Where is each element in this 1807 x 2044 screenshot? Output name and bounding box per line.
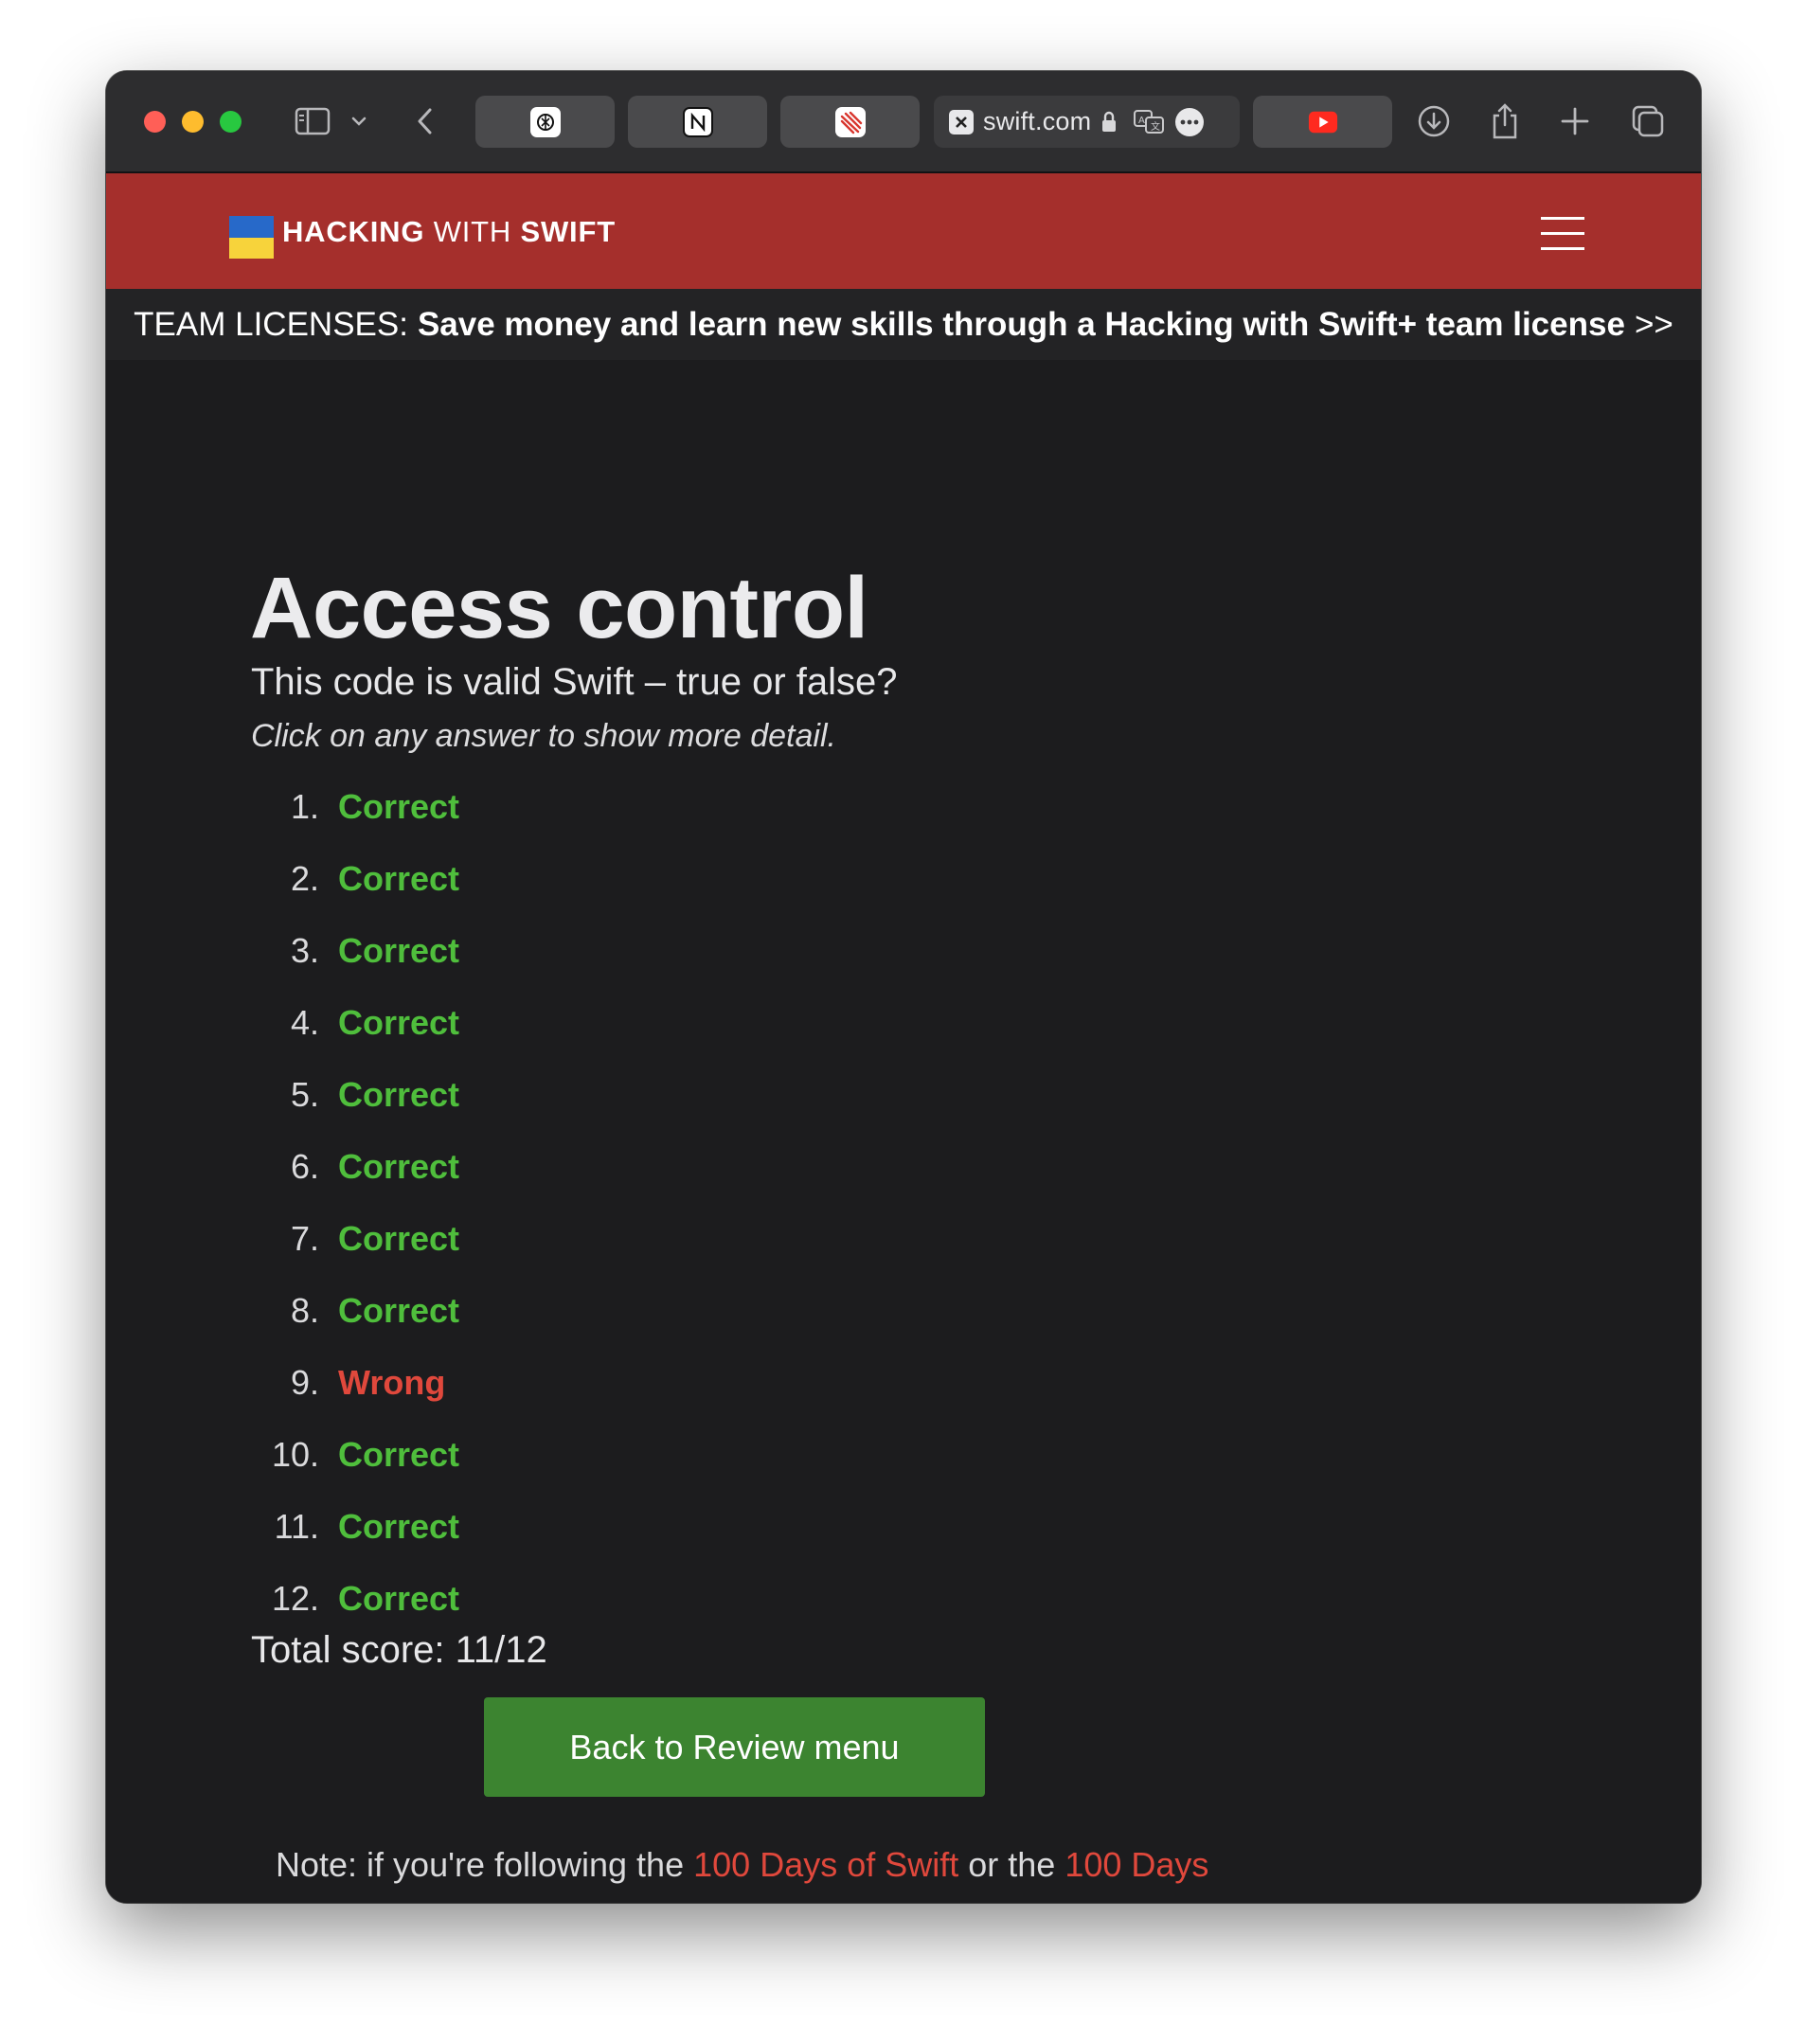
team-license-banner[interactable]: TEAM LICENSES: Save money and learn new … [106, 289, 1701, 360]
answer-number: 5. [290, 1075, 319, 1114]
translate-icon[interactable]: A文 [1133, 109, 1167, 135]
answer-result[interactable]: Correct [338, 1146, 459, 1188]
footer-note: Note: if you're following the 100 Days o… [276, 1845, 1208, 1885]
back-to-review-button[interactable]: Back to Review menu [484, 1697, 985, 1797]
tab-red-app[interactable] [780, 96, 920, 148]
page-subtitle: This code is valid Swift – true or false… [251, 661, 898, 703]
answer-result[interactable]: Correct [338, 1002, 459, 1044]
answer-result[interactable]: Correct [338, 1434, 459, 1476]
tab-notion[interactable] [628, 96, 767, 148]
answer-number: 7. [290, 1219, 319, 1258]
svg-text:A: A [1138, 116, 1145, 126]
answer-number: 8. [290, 1291, 319, 1330]
answer-result[interactable]: Correct [338, 858, 459, 900]
back-icon[interactable] [411, 99, 439, 143]
answer-result[interactable]: Correct [338, 930, 459, 972]
close-window-button[interactable] [144, 111, 166, 133]
answer-result[interactable]: Correct [338, 1218, 459, 1260]
note-mid: or the [968, 1845, 1056, 1884]
answer-number: 10. [271, 1435, 319, 1474]
site-header: HACKING WITH SWIFT [106, 173, 1701, 289]
new-tab-icon[interactable] [1556, 99, 1594, 143]
page-title: Access control [250, 560, 868, 656]
lock-icon [1100, 111, 1118, 134]
answer-result[interactable]: Correct [338, 786, 459, 828]
answer-number: 12. [271, 1579, 319, 1618]
browser-toolbar: swift.com A文 [106, 71, 1701, 173]
zoom-window-button[interactable] [220, 111, 242, 133]
brand-word-2: WITH [433, 215, 512, 248]
x-icon [949, 109, 974, 134]
menu-icon[interactable] [1541, 217, 1584, 251]
tab-overview-icon[interactable] [1628, 99, 1668, 143]
more-options-icon[interactable] [1174, 107, 1205, 137]
answer-number: 2. [290, 859, 319, 898]
banner-arrows: >> [1634, 305, 1673, 343]
link-100-days-of-swift[interactable]: 100 Days of Swift [693, 1845, 958, 1884]
chatgpt-icon [529, 106, 561, 137]
answer-number: 1. [290, 787, 319, 826]
answer-result[interactable]: Correct [338, 1074, 459, 1116]
sidebar-icon[interactable] [292, 99, 333, 143]
notion-icon [682, 106, 713, 137]
answer-result[interactable]: Correct [338, 1578, 459, 1620]
site-logo[interactable]: HACKING WITH SWIFT [282, 215, 616, 249]
banner-message: Save money and learn new skills through … [417, 305, 1625, 343]
answer-number: 9. [290, 1363, 319, 1402]
chevron-down-icon[interactable] [345, 99, 373, 143]
share-icon[interactable] [1486, 99, 1524, 143]
browser-window: swift.com A文 HACKING WITH SWIFT TEAM LIC… [106, 71, 1701, 1903]
answer-number: 11. [274, 1507, 319, 1546]
answer-result[interactable]: Correct [338, 1506, 459, 1548]
youtube-icon [1308, 107, 1338, 137]
answer-number: 6. [290, 1147, 319, 1186]
answer-number: 4. [290, 1003, 319, 1042]
tab-youtube[interactable] [1253, 96, 1392, 148]
link-100-days[interactable]: 100 Days [1065, 1845, 1208, 1884]
brand-word-3: SWIFT [520, 215, 616, 248]
total-score: Total score: 11/12 [251, 1629, 547, 1671]
brand-word-1: HACKING [282, 215, 425, 248]
svg-text:文: 文 [1151, 120, 1160, 133]
minimize-window-button[interactable] [182, 111, 204, 133]
url-text[interactable]: swift.com [983, 107, 1091, 136]
main-content: Access control This code is valid Swift … [106, 360, 1701, 1903]
tab-swift-active[interactable]: swift.com A文 [934, 96, 1240, 148]
answer-result[interactable]: Wrong [338, 1362, 445, 1404]
answer-result[interactable]: Correct [338, 1290, 459, 1332]
answer-number: 3. [290, 931, 319, 970]
red-app-icon [834, 106, 866, 137]
page-hint: Click on any answer to show more detail. [251, 718, 836, 754]
tab-chatgpt[interactable] [475, 96, 615, 148]
ukraine-flag-icon [229, 216, 274, 259]
note-prefix: Note: if you're following the [276, 1845, 685, 1884]
download-icon[interactable] [1415, 99, 1453, 143]
banner-prefix: TEAM LICENSES: [134, 305, 408, 343]
